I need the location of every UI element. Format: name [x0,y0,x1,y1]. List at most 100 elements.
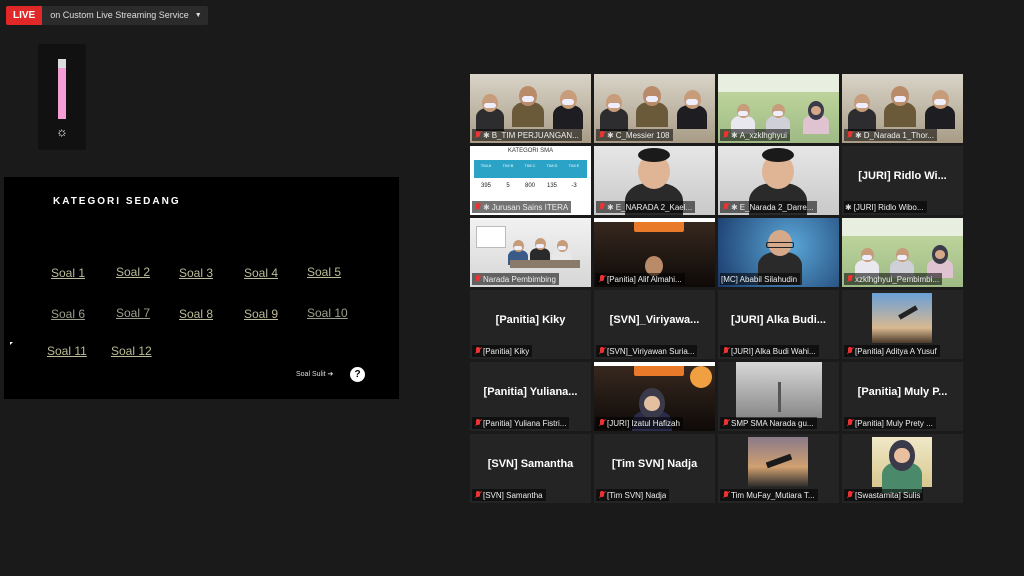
question-link-4[interactable]: Soal 4 [244,266,278,280]
slide-header-cell: TIM B [502,163,514,168]
pin-icon: ✱ [483,202,490,212]
mic-muted-icon [473,418,483,428]
person-body [847,108,877,131]
mic-muted-icon [473,274,483,284]
participant-name-label: SMP SMA Narada gu... [720,417,817,429]
question-link-1[interactable]: Soal 1 [51,266,85,280]
participant-tile[interactable]: [JURI] Alka Budi... [JURI] Alka Budi Wahi… [718,290,839,359]
participant-display-name: [JURI] Ridlo Wi... [858,170,947,182]
participant-tile[interactable]: ✱ C_Messier 108 [594,74,715,143]
participant-label-text: SMP SMA Narada gu... [731,418,814,428]
participant-name-label: Narada Pembimbing [472,273,559,285]
participant-tile[interactable]: [JURI] Ridlo Wi... ✱ [JURI] Ridlo Wibo... [842,146,963,215]
person-body [511,102,545,128]
participant-tile[interactable]: ✱ D_Narada 1_Thor... [842,74,963,143]
help-icon[interactable]: ? [350,367,365,382]
question-link-11[interactable]: Soal 11 [47,344,87,358]
participant-name-label: ✱ B_TIM PERJUANGAN... [472,129,582,141]
participant-name-label: [SVN] Samantha [472,489,546,501]
participant-display-name: [Panitia] Muly P... [857,386,948,398]
question-link-3[interactable]: Soal 3 [179,266,213,280]
participant-tile[interactable]: ✱ A_xzklhghyui [718,74,839,143]
question-link-2[interactable]: Soal 2 [116,265,150,279]
participant-tile[interactable]: ✱ E_NARADA 2_Kael... [594,146,715,215]
live-stream-bar[interactable]: LIVE on Custom Live Streaming Service ▼ [6,6,208,25]
participant-tile[interactable]: [JURI] Izatul Hafizah [594,362,715,431]
slide-value-cell: 395 [480,183,491,189]
face-mask [536,244,544,248]
live-service-label[interactable]: on Custom Live Streaming Service [42,6,195,25]
participant-tile[interactable]: Tim MuFay_Mutiara T... [718,434,839,503]
participant-name-label: [Panitia] Alif Almahi... [596,273,685,285]
slide-header-cell: TIM A [480,163,492,168]
participant-tile[interactable]: [MC] Ababil Silahudin [718,218,839,287]
question-link-8[interactable]: Soal 8 [179,307,213,321]
pin-icon: ✱ [731,130,738,140]
participant-label-text: B_TIM PERJUANGAN... [491,130,579,140]
participant-tile[interactable]: [SVN] Samantha [SVN] Samantha [470,434,591,503]
participant-name-label: [Swastamita] Sulis [844,489,924,501]
mic-muted-icon [597,490,607,500]
pole [778,382,781,412]
audio-level-fill [58,68,66,119]
participant-tile[interactable]: [Panitia] Yuliana... [Panitia] Yuliana Fi… [470,362,591,431]
participant-name-label: [JURI] Alka Budi Wahi... [720,345,819,357]
participant-name-label: [Panitia] Muly Prety ... [844,417,936,429]
participant-label-text: [JURI] Ridlo Wibo... [853,202,924,212]
participant-tile[interactable]: ✱ B_TIM PERJUANGAN... [470,74,591,143]
person-body [599,108,629,131]
participant-tile[interactable]: xzklhghyui_Pembimbi... [842,218,963,287]
question-link-12[interactable]: Soal 12 [111,344,152,358]
participant-label-text: [JURI] Alka Budi Wahi... [731,346,816,356]
participant-label-text: Jurusan Sains ITERA [491,202,569,212]
face-mask [686,99,698,106]
question-link-7[interactable]: Soal 7 [116,306,150,320]
face-mask [934,99,946,106]
face-mask [484,102,496,109]
participant-tile[interactable]: ✱ E_Narada 2_Darre... [718,146,839,215]
question-link-5[interactable]: Soal 5 [307,265,341,279]
mic-muted-icon [597,346,607,356]
participant-label-text: [MC] Ababil Silahudin [721,274,798,284]
face-mask [608,102,620,109]
face-mask [514,246,522,250]
mic-muted-icon [845,274,855,284]
participant-tile[interactable]: [Swastamita] Sulis [842,434,963,503]
participant-tile[interactable]: [Panitia] Muly P... [Panitia] Muly Prety … [842,362,963,431]
participant-tile[interactable]: [SVN]_Viriyawa... [SVN]_Viriyawan Suria..… [594,290,715,359]
participant-label-text: [SVN]_Viriyawan Suria... [607,346,695,356]
participant-tile[interactable]: Narada Pembimbing [470,218,591,287]
participant-tile[interactable]: [Panitia] Aditya A Yusuf [842,290,963,359]
participant-name-label: [SVN]_Viriyawan Suria... [596,345,698,357]
participant-tile[interactable]: KATEGORI SMA TIM A TIM B TIM C TIM D TIM E 395… [470,146,591,215]
question-link-10[interactable]: Soal 10 [307,306,348,320]
participant-label-text: [SVN] Samantha [483,490,543,500]
participant-display-name: [Tim SVN] Nadja [611,458,698,470]
participant-tile[interactable]: [Panitia] Alif Almahi... [594,218,715,287]
question-link-6[interactable]: Soal 6 [51,307,85,321]
slide-value-cell: 5 [506,183,510,189]
participant-label-text: D_Narada 1_Thor... [863,130,934,140]
face-mask [893,95,907,103]
person-body [552,105,584,130]
person-body [924,105,956,130]
next-category-link[interactable]: Soal Sulit ➔ [296,370,333,378]
person-face [935,249,945,260]
brightness-icon[interactable]: ☼ [54,124,70,140]
ceiling-light [842,218,963,236]
participant-tile[interactable]: [Tim SVN] Nadja [Tim SVN] Nadja [594,434,715,503]
participant-label-text: [Panitia] Alif Almahi... [607,274,682,284]
participant-label-text: Narada Pembimbing [483,274,556,284]
chevron-down-icon[interactable]: ▼ [195,6,208,25]
mic-muted-icon [473,346,483,356]
participant-name-label: ✱ D_Narada 1_Thor... [844,129,937,141]
participant-tile[interactable]: [Panitia] Kiky [Panitia] Kiky [470,290,591,359]
participant-name-label: ✱ Jurusan Sains ITERA [472,201,572,213]
participant-name-label: ✱ E_Narada 2_Darre... [720,201,817,213]
mic-muted-icon [845,346,855,356]
hair [638,148,670,162]
participant-tile[interactable]: SMP SMA Narada gu... [718,362,839,431]
participant-label-text: [JURI] Izatul Hafizah [607,418,680,428]
person-body [635,102,669,128]
question-link-9[interactable]: Soal 9 [244,307,278,321]
